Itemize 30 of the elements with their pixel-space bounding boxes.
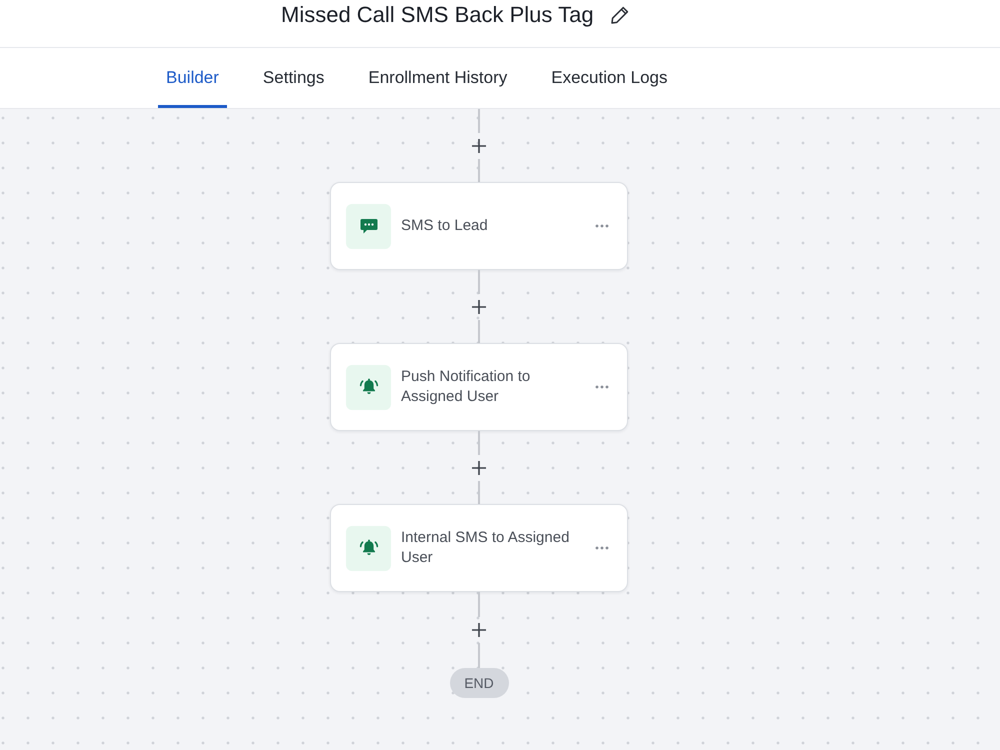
connector-line	[478, 480, 480, 504]
more-options-icon[interactable]	[595, 224, 609, 228]
connector-line	[478, 431, 480, 454]
connector-line	[478, 643, 480, 668]
step-label: Push Notification to Assigned User	[401, 367, 532, 407]
tab[interactable]: Settings	[254, 48, 332, 108]
connector-line	[478, 592, 480, 617]
plus-icon	[472, 623, 486, 637]
step-card[interactable]: Internal SMS to Assigned User	[330, 504, 628, 592]
chat-bubble-icon	[346, 204, 391, 248]
plus-icon	[472, 300, 486, 314]
ringing-bell-icon	[346, 526, 391, 570]
pencil-icon[interactable]	[610, 4, 630, 24]
connector-line	[478, 109, 480, 132]
step-label: Internal SMS to Assigned User	[401, 528, 570, 568]
connector-line	[478, 158, 480, 182]
plus-icon	[472, 460, 486, 474]
step-card[interactable]: Push Notification to Assigned User	[330, 343, 628, 431]
ringing-bell-icon	[346, 364, 391, 410]
plus-icon	[472, 138, 486, 152]
tab[interactable]: Execution Logs	[543, 48, 676, 108]
step-card[interactable]: SMS to Lead	[330, 182, 628, 270]
step-label: SMS to Lead	[401, 216, 489, 236]
more-options-icon[interactable]	[595, 546, 609, 550]
connector-line	[478, 270, 480, 294]
workflow-title: Missed Call SMS Back Plus Tag	[281, 2, 594, 28]
connector-line	[478, 320, 480, 343]
more-options-icon[interactable]	[595, 385, 609, 389]
tab[interactable]: Enrollment History	[360, 48, 516, 108]
end-node: END	[450, 668, 508, 698]
